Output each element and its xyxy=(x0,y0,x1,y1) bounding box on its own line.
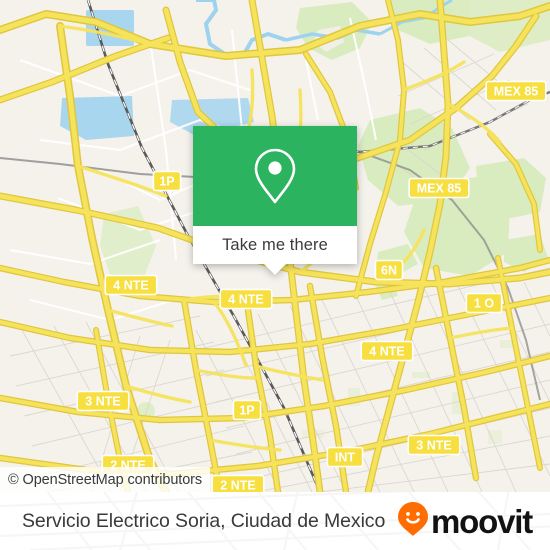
moovit-logo[interactable]: moovit xyxy=(397,501,533,542)
location-pin-icon xyxy=(252,147,298,205)
map-popup-card[interactable]: Take me there xyxy=(193,126,357,275)
road-shield: 6N xyxy=(374,259,404,281)
road-shield-label: 4 NTE xyxy=(113,279,148,293)
road-shield-label: 1 O xyxy=(474,297,494,311)
road-shield-label: 1P xyxy=(239,404,254,418)
osm-attribution-text: © OpenStreetMap contributors xyxy=(8,471,203,488)
road-shield: 1P xyxy=(232,399,262,421)
road-shield: 4 NTE xyxy=(104,274,158,296)
popup-pointer-tail xyxy=(264,264,286,275)
road-shield: 4 NTE xyxy=(360,340,414,362)
take-me-there-button[interactable]: Take me there xyxy=(193,226,357,275)
road-shield-label: 3 NTE xyxy=(416,439,451,453)
place-title: Servicio Electrico Soria, Ciudad de Mexi… xyxy=(22,509,386,532)
bottom-info-bar: Servicio Electrico Soria, Ciudad de Mexi… xyxy=(0,492,550,550)
moovit-wordmark: moovit xyxy=(431,502,533,540)
road-shield: 3 NTE xyxy=(407,434,461,456)
road-shield: MEX 85 xyxy=(485,80,547,102)
take-me-there-label: Take me there xyxy=(222,235,328,254)
road-shield-label: 4 NTE xyxy=(369,345,404,359)
road-shield-label: MEX 85 xyxy=(494,85,539,99)
road-shield-label: 4 NTE xyxy=(228,293,263,307)
road-shield: 2 NTE xyxy=(211,474,265,492)
road-shield: INT xyxy=(326,446,364,468)
road-shield: 3 NTE xyxy=(76,390,130,412)
moovit-map-screen: MEX 85 1P MEX 85 6N 4 NTE 4 NTE 1 O 4 NTE 3 NTE 1… xyxy=(0,0,550,550)
road-shield-label: INT xyxy=(335,451,356,465)
road-shield-label: 1P xyxy=(159,175,174,189)
road-shield: 1 O xyxy=(465,292,503,314)
road-shield: 1P xyxy=(152,170,182,192)
road-shield: MEX 85 xyxy=(408,177,470,199)
road-shield-label: 2 NTE xyxy=(220,479,255,492)
road-shield-label: 3 NTE xyxy=(85,395,120,409)
road-shield-label: 6N xyxy=(381,264,397,278)
road-shield: 4 NTE xyxy=(219,288,273,310)
road-shield-label: MEX 85 xyxy=(417,182,462,196)
moovit-smiley-pin-icon xyxy=(397,501,429,542)
popup-image-panel xyxy=(193,126,357,226)
osm-attribution[interactable]: © OpenStreetMap contributors xyxy=(0,467,211,492)
